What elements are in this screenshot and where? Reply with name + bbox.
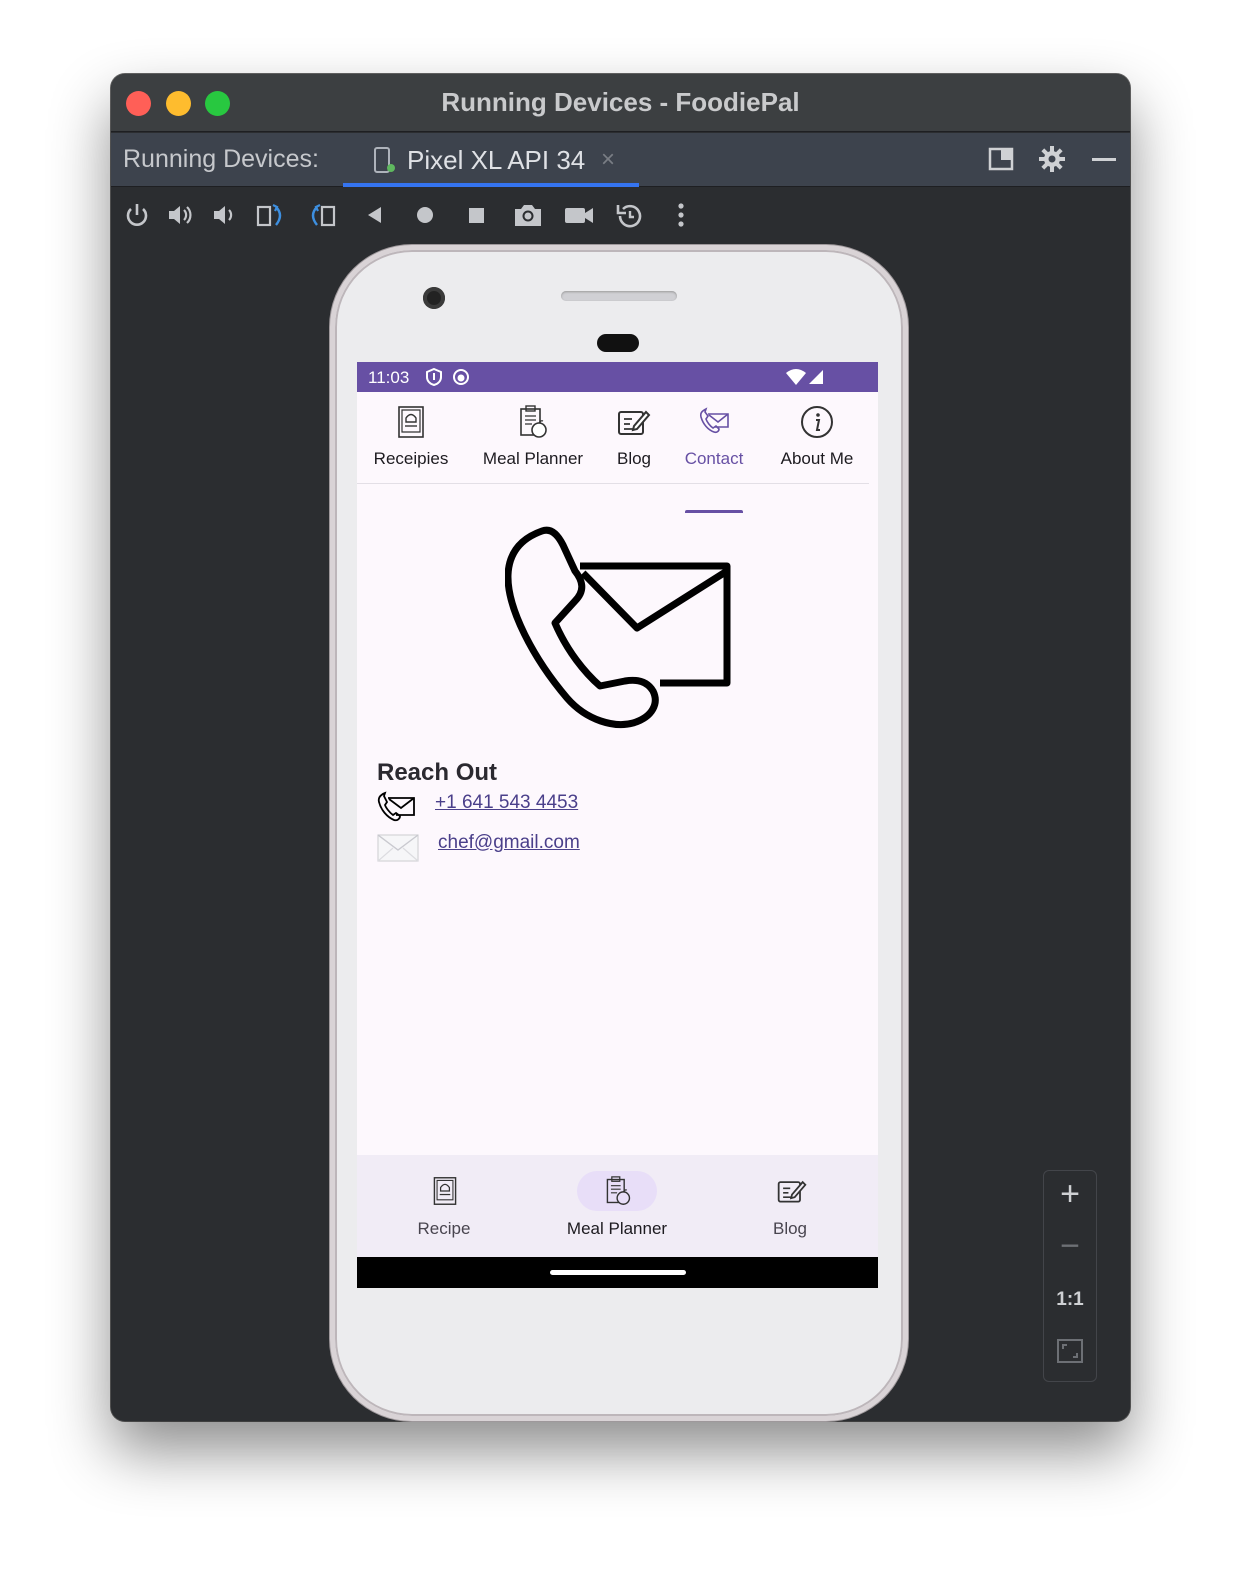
tab-selected-indicator bbox=[343, 183, 639, 187]
close-tab-icon[interactable]: × bbox=[601, 146, 615, 174]
contact-page: Reach Out +1 641 543 4453 chef@gmail.com bbox=[357, 485, 878, 1155]
rotate-left-icon[interactable] bbox=[255, 201, 283, 229]
email-row: chef@gmail.com bbox=[377, 830, 677, 866]
tab-receipies[interactable]: Receipies bbox=[363, 392, 459, 484]
tab-meal-planner[interactable]: Meal Planner bbox=[473, 392, 593, 484]
earpiece-speaker bbox=[561, 291, 677, 301]
title-bar: Running Devices - FoodiePal bbox=[111, 74, 1130, 132]
contact-hero-icon bbox=[504, 523, 735, 738]
bottom-nav-meal-planner-label: Meal Planner bbox=[566, 1219, 668, 1238]
home-gesture-handle[interactable] bbox=[550, 1270, 686, 1275]
bottom-nav-active-pill bbox=[577, 1171, 657, 1211]
front-camera bbox=[423, 287, 445, 309]
rotate-right-icon[interactable] bbox=[306, 201, 336, 229]
info-icon bbox=[799, 404, 835, 445]
system-gesture-bar bbox=[357, 1257, 878, 1288]
tab-meal-planner-label: Meal Planner bbox=[482, 449, 584, 468]
tool-window-tabbar: Running Devices: Pixel XL API 34 × bbox=[111, 133, 1130, 187]
zoom-in-button[interactable]: + bbox=[1044, 1175, 1096, 1225]
wifi-icon bbox=[785, 368, 807, 391]
blog-edit-icon bbox=[616, 404, 652, 445]
device-tab[interactable]: Pixel XL API 34 × bbox=[343, 133, 639, 187]
screen-record-icon[interactable] bbox=[563, 201, 593, 229]
layout-toggle-icon[interactable] bbox=[987, 145, 1015, 178]
tool-window-title: Running Devices: bbox=[123, 145, 319, 173]
data-saver-icon bbox=[452, 368, 470, 391]
overview-icon[interactable] bbox=[462, 201, 490, 229]
bottom-nav-recipe-label: Recipe bbox=[417, 1219, 471, 1238]
proximity-sensor bbox=[597, 334, 639, 352]
contact-icon bbox=[697, 404, 731, 443]
screenshot-icon[interactable] bbox=[512, 201, 541, 229]
bottom-navigation: Recipe Meal Planner Blog bbox=[357, 1155, 878, 1257]
tab-about-me[interactable]: About Me bbox=[767, 392, 867, 484]
bottom-nav-recipe[interactable]: Recipe bbox=[391, 1155, 497, 1257]
tab-about-me-label: About Me bbox=[780, 449, 854, 468]
zoom-out-button[interactable]: − bbox=[1044, 1227, 1096, 1277]
emulator-toolbar bbox=[111, 188, 1130, 242]
volume-down-icon[interactable] bbox=[210, 201, 238, 229]
cell-signal-icon bbox=[808, 368, 824, 391]
fit-screen-icon bbox=[1056, 1339, 1084, 1369]
volume-up-icon[interactable] bbox=[166, 201, 194, 229]
tab-blog[interactable]: Blog bbox=[599, 392, 669, 484]
window-title: Running Devices - FoodiePal bbox=[441, 87, 800, 117]
bottom-nav-blog[interactable]: Blog bbox=[737, 1155, 843, 1257]
zoom-actual-size-button[interactable]: 1:1 bbox=[1044, 1289, 1096, 1339]
bottom-nav-recipe-indicator bbox=[404, 1171, 484, 1211]
vpn-shield-icon bbox=[425, 367, 443, 391]
device-phone-icon bbox=[373, 147, 397, 180]
device-tab-label: Pixel XL API 34 bbox=[407, 145, 586, 175]
bottom-nav-meal-planner[interactable]: Meal Planner bbox=[553, 1155, 681, 1257]
bottom-nav-blog-label: Blog bbox=[772, 1219, 808, 1238]
zoom-fit-button[interactable] bbox=[1044, 1337, 1096, 1387]
email-link[interactable]: chef@gmail.com bbox=[438, 832, 580, 854]
tab-contact-label: Contact bbox=[684, 449, 744, 468]
reset-icon[interactable] bbox=[614, 201, 642, 229]
meal-planner-icon bbox=[516, 404, 550, 445]
device-screen[interactable]: 11:03 Receipies Meal Planner Blog Contac… bbox=[357, 362, 878, 1288]
home-icon[interactable] bbox=[411, 201, 439, 229]
top-tab-row: Receipies Meal Planner Blog Contact Abou… bbox=[357, 392, 869, 513]
reach-out-heading: Reach Out bbox=[377, 759, 498, 786]
more-icon[interactable] bbox=[671, 201, 699, 229]
gear-icon[interactable] bbox=[1038, 145, 1066, 178]
status-time: 11:03 bbox=[368, 368, 410, 387]
status-bar: 11:03 bbox=[357, 362, 878, 392]
zoom-controls: + − 1:1 bbox=[1043, 1170, 1097, 1382]
phone-icon bbox=[377, 790, 417, 829]
bottom-nav-blog-indicator bbox=[750, 1171, 830, 1211]
tab-receipies-label: Receipies bbox=[373, 449, 449, 468]
tab-contact[interactable]: Contact bbox=[677, 392, 751, 484]
power-icon[interactable] bbox=[123, 201, 151, 229]
recipe-book-icon bbox=[394, 404, 428, 445]
envelope-icon bbox=[377, 832, 419, 869]
phone-row: +1 641 543 4453 bbox=[377, 790, 677, 826]
hide-panel-icon[interactable] bbox=[1090, 145, 1118, 178]
phone-link[interactable]: +1 641 543 4453 bbox=[435, 792, 578, 814]
back-icon[interactable] bbox=[361, 201, 389, 229]
tab-blog-label: Blog bbox=[616, 449, 652, 468]
